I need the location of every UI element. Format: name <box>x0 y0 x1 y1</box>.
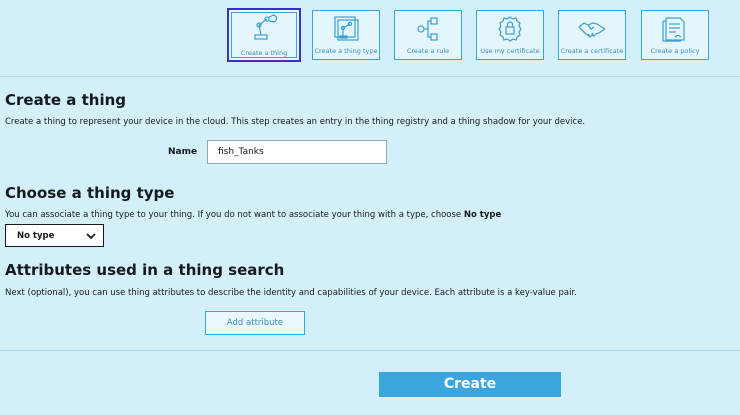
step-label: Create a certificate <box>560 47 624 55</box>
create-button[interactable]: Create <box>379 372 561 397</box>
thing-type-description-text: You can associate a thing type to your t… <box>5 210 464 220</box>
step-use-my-certificate[interactable]: Use my certificate <box>476 10 544 60</box>
wizard-steps: Create a thing Create a thing type Creat… <box>0 0 740 70</box>
step-create-thing[interactable]: Create a thing <box>227 8 301 62</box>
thing-type-description: You can associate a thing type to your t… <box>5 210 501 220</box>
step-label: Create a policy <box>650 47 700 55</box>
attributes-heading: Attributes used in a thing search <box>5 261 285 279</box>
step-label: Use my certificate <box>480 47 540 55</box>
attributes-description: Next (optional), you can use thing attri… <box>5 288 577 298</box>
divider <box>0 76 740 77</box>
name-label: Name <box>168 147 198 157</box>
step-create-policy[interactable]: Create a policy <box>641 10 709 60</box>
thing-type-heading: Choose a thing type <box>5 184 175 202</box>
thing-type-select[interactable]: No type <box>5 224 104 247</box>
thing-type-select-value: No type <box>17 231 55 241</box>
step-label: Create a thing <box>240 49 288 57</box>
divider <box>0 350 740 351</box>
step-label: Create a thing type <box>314 47 378 55</box>
step-create-thing-type[interactable]: Create a thing type <box>312 10 380 60</box>
step-create-certificate[interactable]: Create a certificate <box>558 10 626 60</box>
step-create-rule[interactable]: Create a rule <box>394 10 462 60</box>
step-label: Create a rule <box>406 47 450 55</box>
no-type-emphasis: No type <box>463 210 502 220</box>
name-input[interactable] <box>207 140 387 164</box>
create-thing-heading: Create a thing <box>5 91 127 109</box>
create-thing-description: Create a thing to represent your device … <box>5 117 586 127</box>
add-attribute-button[interactable]: Add attribute <box>205 311 305 335</box>
